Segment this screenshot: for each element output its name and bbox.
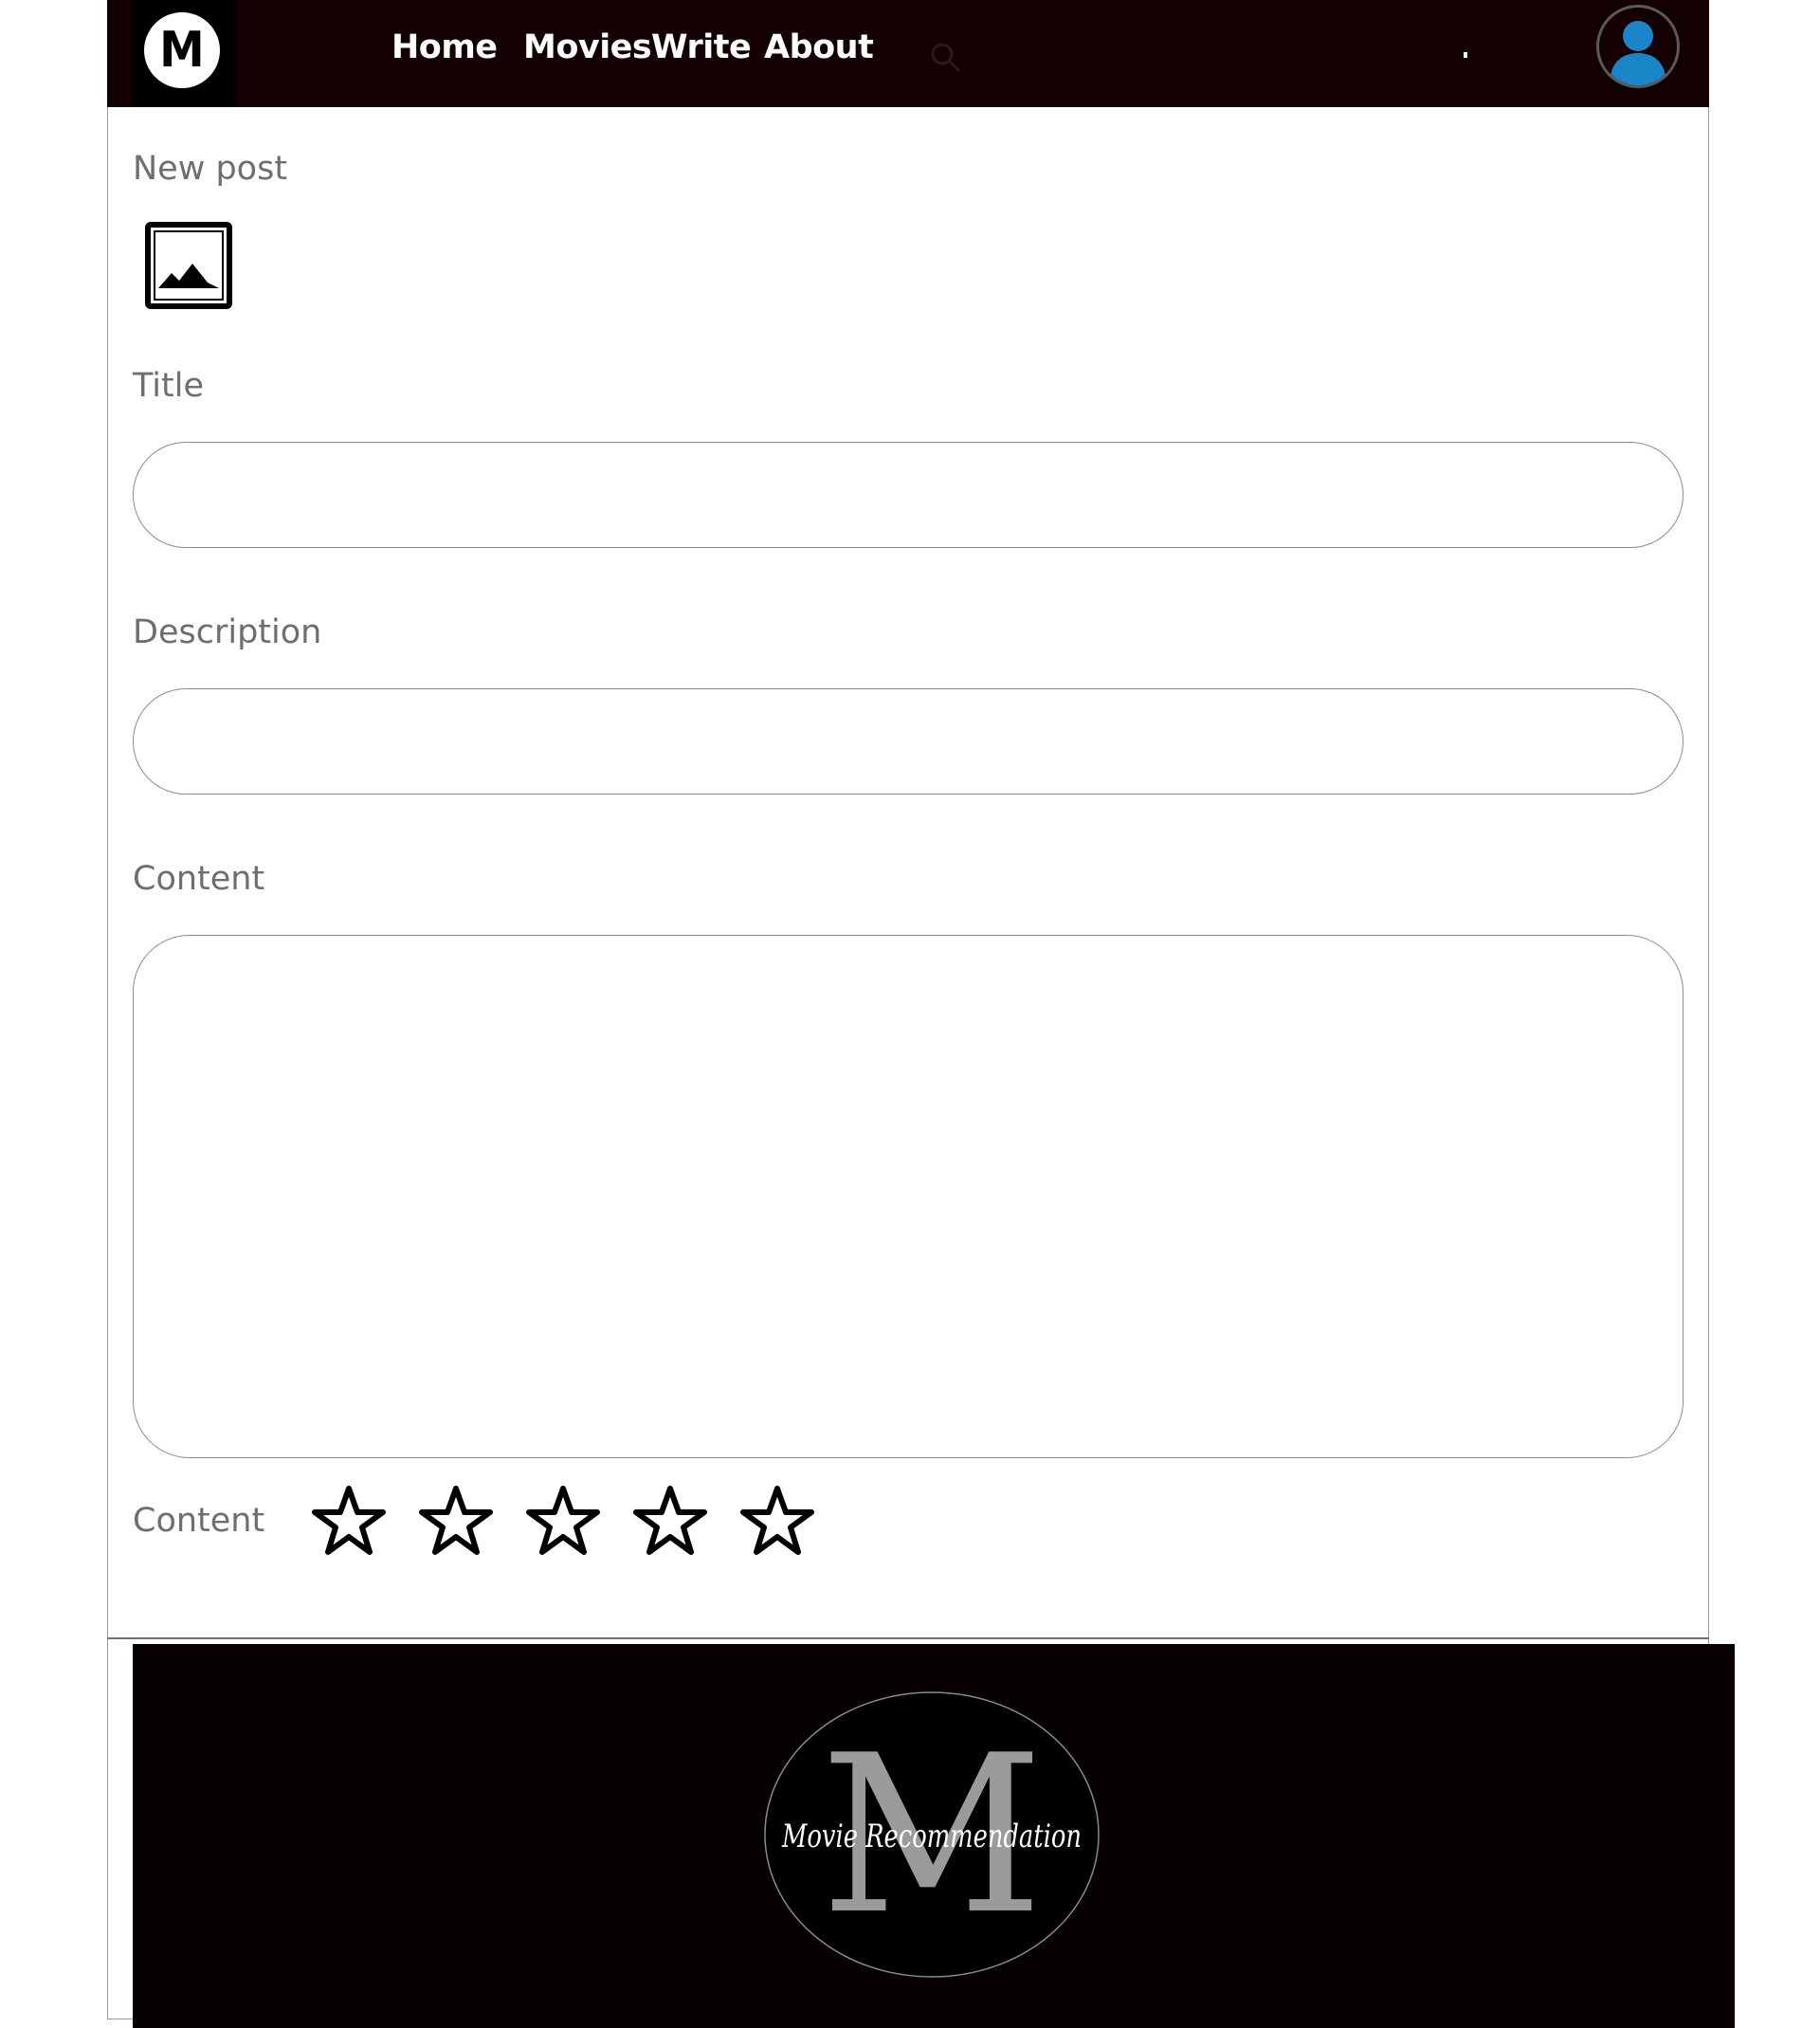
nav-movies[interactable]: Movies <box>523 28 652 66</box>
top-navbar: M Home Movies Write About <box>107 0 1709 107</box>
content-textarea[interactable] <box>133 935 1684 1458</box>
nav-dot <box>1464 52 1467 58</box>
footer-brand-script: Movie Recommendation <box>781 1818 1082 1855</box>
star-outline-icon[interactable] <box>632 1484 708 1560</box>
star-outline-icon[interactable] <box>418 1484 494 1560</box>
user-avatar-icon[interactable] <box>1596 5 1680 88</box>
site-logo[interactable]: M <box>132 0 236 107</box>
nav-home[interactable]: Home <box>391 28 498 66</box>
title-label: Title <box>133 367 205 405</box>
nav-about[interactable]: About <box>764 28 874 66</box>
description-label: Description <box>133 613 322 651</box>
logo-letter: M <box>159 22 205 79</box>
content-label: Content <box>133 860 265 898</box>
rating-label: Content <box>133 1502 265 1540</box>
star-outline-icon[interactable] <box>739 1484 815 1560</box>
title-input[interactable] <box>133 442 1684 548</box>
site-footer: M Movie Recommendation <box>133 1644 1735 2028</box>
star-outline-icon[interactable] <box>525 1484 601 1560</box>
description-input[interactable] <box>133 688 1684 795</box>
footer-divider <box>107 1637 1709 1639</box>
star-outline-icon[interactable] <box>311 1484 387 1560</box>
logo-circle: M <box>141 9 223 91</box>
image-icon[interactable] <box>145 222 232 309</box>
nav-write[interactable]: Write <box>651 28 752 66</box>
movie-recommendation-emblem: M Movie Recommendation <box>764 1691 1100 1978</box>
search-icon[interactable] <box>928 40 962 74</box>
new-post-heading: New post <box>133 150 288 188</box>
